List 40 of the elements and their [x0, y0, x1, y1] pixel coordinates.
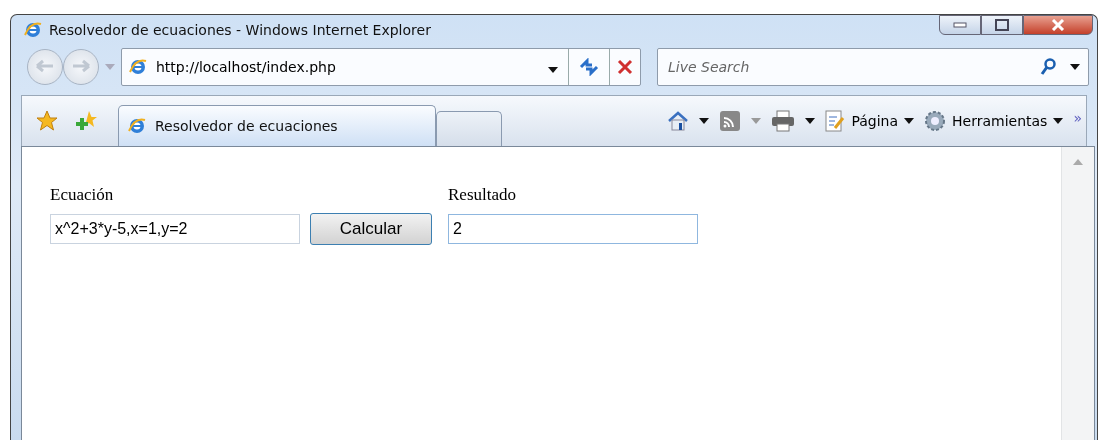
result-label: Resultado [448, 185, 517, 205]
search-field[interactable]: Live Search [666, 58, 1026, 76]
caret-icon[interactable] [548, 66, 558, 73]
result-field[interactable]: 2 [448, 214, 698, 244]
search-icon[interactable] [1040, 58, 1056, 76]
forward-arrow-icon [71, 58, 91, 73]
home-icon[interactable] [667, 110, 690, 132]
page-menu[interactable]: Página [825, 110, 915, 132]
close-button[interactable] [1023, 15, 1093, 35]
caret-icon[interactable] [699, 118, 710, 124]
page-icon [825, 110, 846, 132]
equation-field[interactable]: x^2+3*y-5,x=1,y=2 [50, 214, 300, 244]
ie-logo-icon [127, 116, 147, 136]
search-box[interactable]: Live Search [657, 48, 1089, 86]
tools-menu[interactable]: Herramientas [924, 110, 1064, 132]
ie-logo-icon [23, 20, 43, 40]
ie-logo-icon [128, 57, 148, 77]
caret-icon[interactable] [1053, 118, 1064, 124]
address-field[interactable]: http://localhost/index.php [156, 59, 336, 75]
printer-icon[interactable] [771, 110, 796, 132]
close-icon [1051, 19, 1065, 31]
feed-icon[interactable] [719, 110, 742, 132]
add-favorite-icon[interactable] [76, 110, 98, 132]
back-arrow-icon [35, 58, 55, 73]
caret-icon[interactable] [904, 118, 915, 124]
caret-icon[interactable] [1070, 64, 1080, 70]
star-icon[interactable] [36, 110, 58, 132]
overflow-chevron[interactable]: » [1073, 110, 1082, 126]
equation-label: Ecuación [50, 185, 115, 205]
refresh-icon[interactable] [578, 58, 600, 76]
minimize-icon [953, 22, 967, 28]
window-title: Resolvedor de ecuaciones - Windows Internet Explorer [49, 22, 432, 38]
minimize-button[interactable] [939, 15, 981, 35]
stop-icon[interactable] [617, 59, 633, 75]
calculate-button[interactable]: Calcular [310, 213, 432, 245]
maximize-button[interactable] [981, 15, 1023, 35]
caret-icon[interactable] [805, 118, 816, 124]
gear-icon [924, 110, 947, 132]
browser-tab[interactable]: Resolvedor de ecuaciones [118, 105, 436, 146]
maximize-icon [995, 19, 1009, 31]
